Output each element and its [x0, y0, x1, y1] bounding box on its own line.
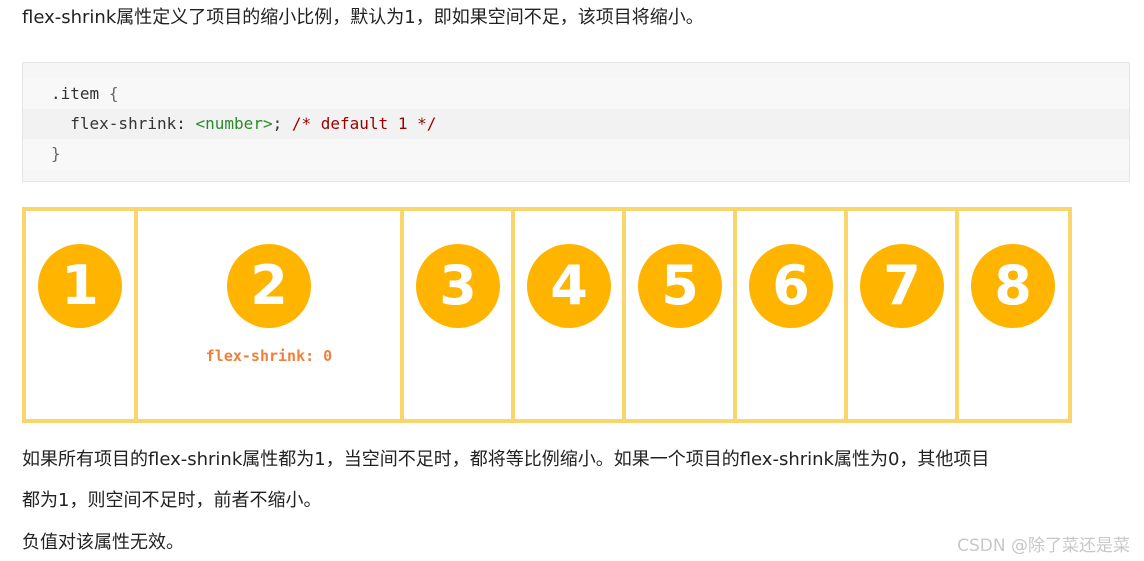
code-semicolon: ; [272, 114, 283, 133]
flex-item-5: 5 [626, 211, 733, 419]
number-circle-8: 8 [971, 244, 1055, 328]
code-line-2: flex-shrink: <number>; /* default 1 */ [23, 109, 1129, 139]
number-circle-6: 6 [749, 244, 833, 328]
code-close-brace: } [51, 144, 61, 163]
code-line-1: .item { [23, 79, 1129, 109]
paragraph-1-line-2: 都为1，则空间不足时，前者不缩小。 [22, 490, 322, 511]
flex-shrink-figure: 1 2 flex-shrink: 0 3 4 5 6 7 8 [22, 207, 1072, 423]
code-selector: .item [51, 84, 100, 103]
code-colon: : [176, 114, 186, 133]
number-circle-3: 3 [416, 244, 500, 328]
code-open-brace: { [108, 84, 119, 103]
flex-item-2: 2 flex-shrink: 0 [138, 211, 400, 419]
flex-item-3: 3 [404, 211, 511, 419]
code-value: <number> [195, 114, 273, 133]
flex-item-1: 1 [26, 211, 134, 419]
number-circle-1: 1 [38, 244, 122, 328]
code-property: flex-shrink [70, 114, 177, 133]
flex-item-8: 8 [959, 211, 1068, 419]
paragraph-2: 负值对该属性无效。 [22, 532, 184, 553]
code-comment: /* default 1 */ [291, 114, 437, 133]
number-circle-2: 2 [227, 244, 311, 328]
number-circle-7: 7 [860, 244, 944, 328]
flex-item-4: 4 [515, 211, 622, 419]
flex-shrink-zero-label: flex-shrink: 0 [205, 347, 333, 365]
number-circle-4: 4 [527, 244, 611, 328]
number-circle-5: 5 [638, 244, 722, 328]
flex-item-6: 6 [737, 211, 844, 419]
intro-paragraph: flex-shrink属性定义了项目的缩小比例，默认为1，即如果空间不足，该项目… [22, 7, 704, 28]
code-line-3: } [23, 139, 1129, 169]
csdn-watermark: CSDN @除了菜还是菜 [957, 536, 1130, 556]
flex-item-7: 7 [848, 211, 955, 419]
paragraph-1-line-1: 如果所有项目的flex-shrink属性都为1，当空间不足时，都将等比例缩小。如… [22, 449, 990, 470]
code-block: .item { flex-shrink: <number>; /* defaul… [22, 62, 1130, 182]
